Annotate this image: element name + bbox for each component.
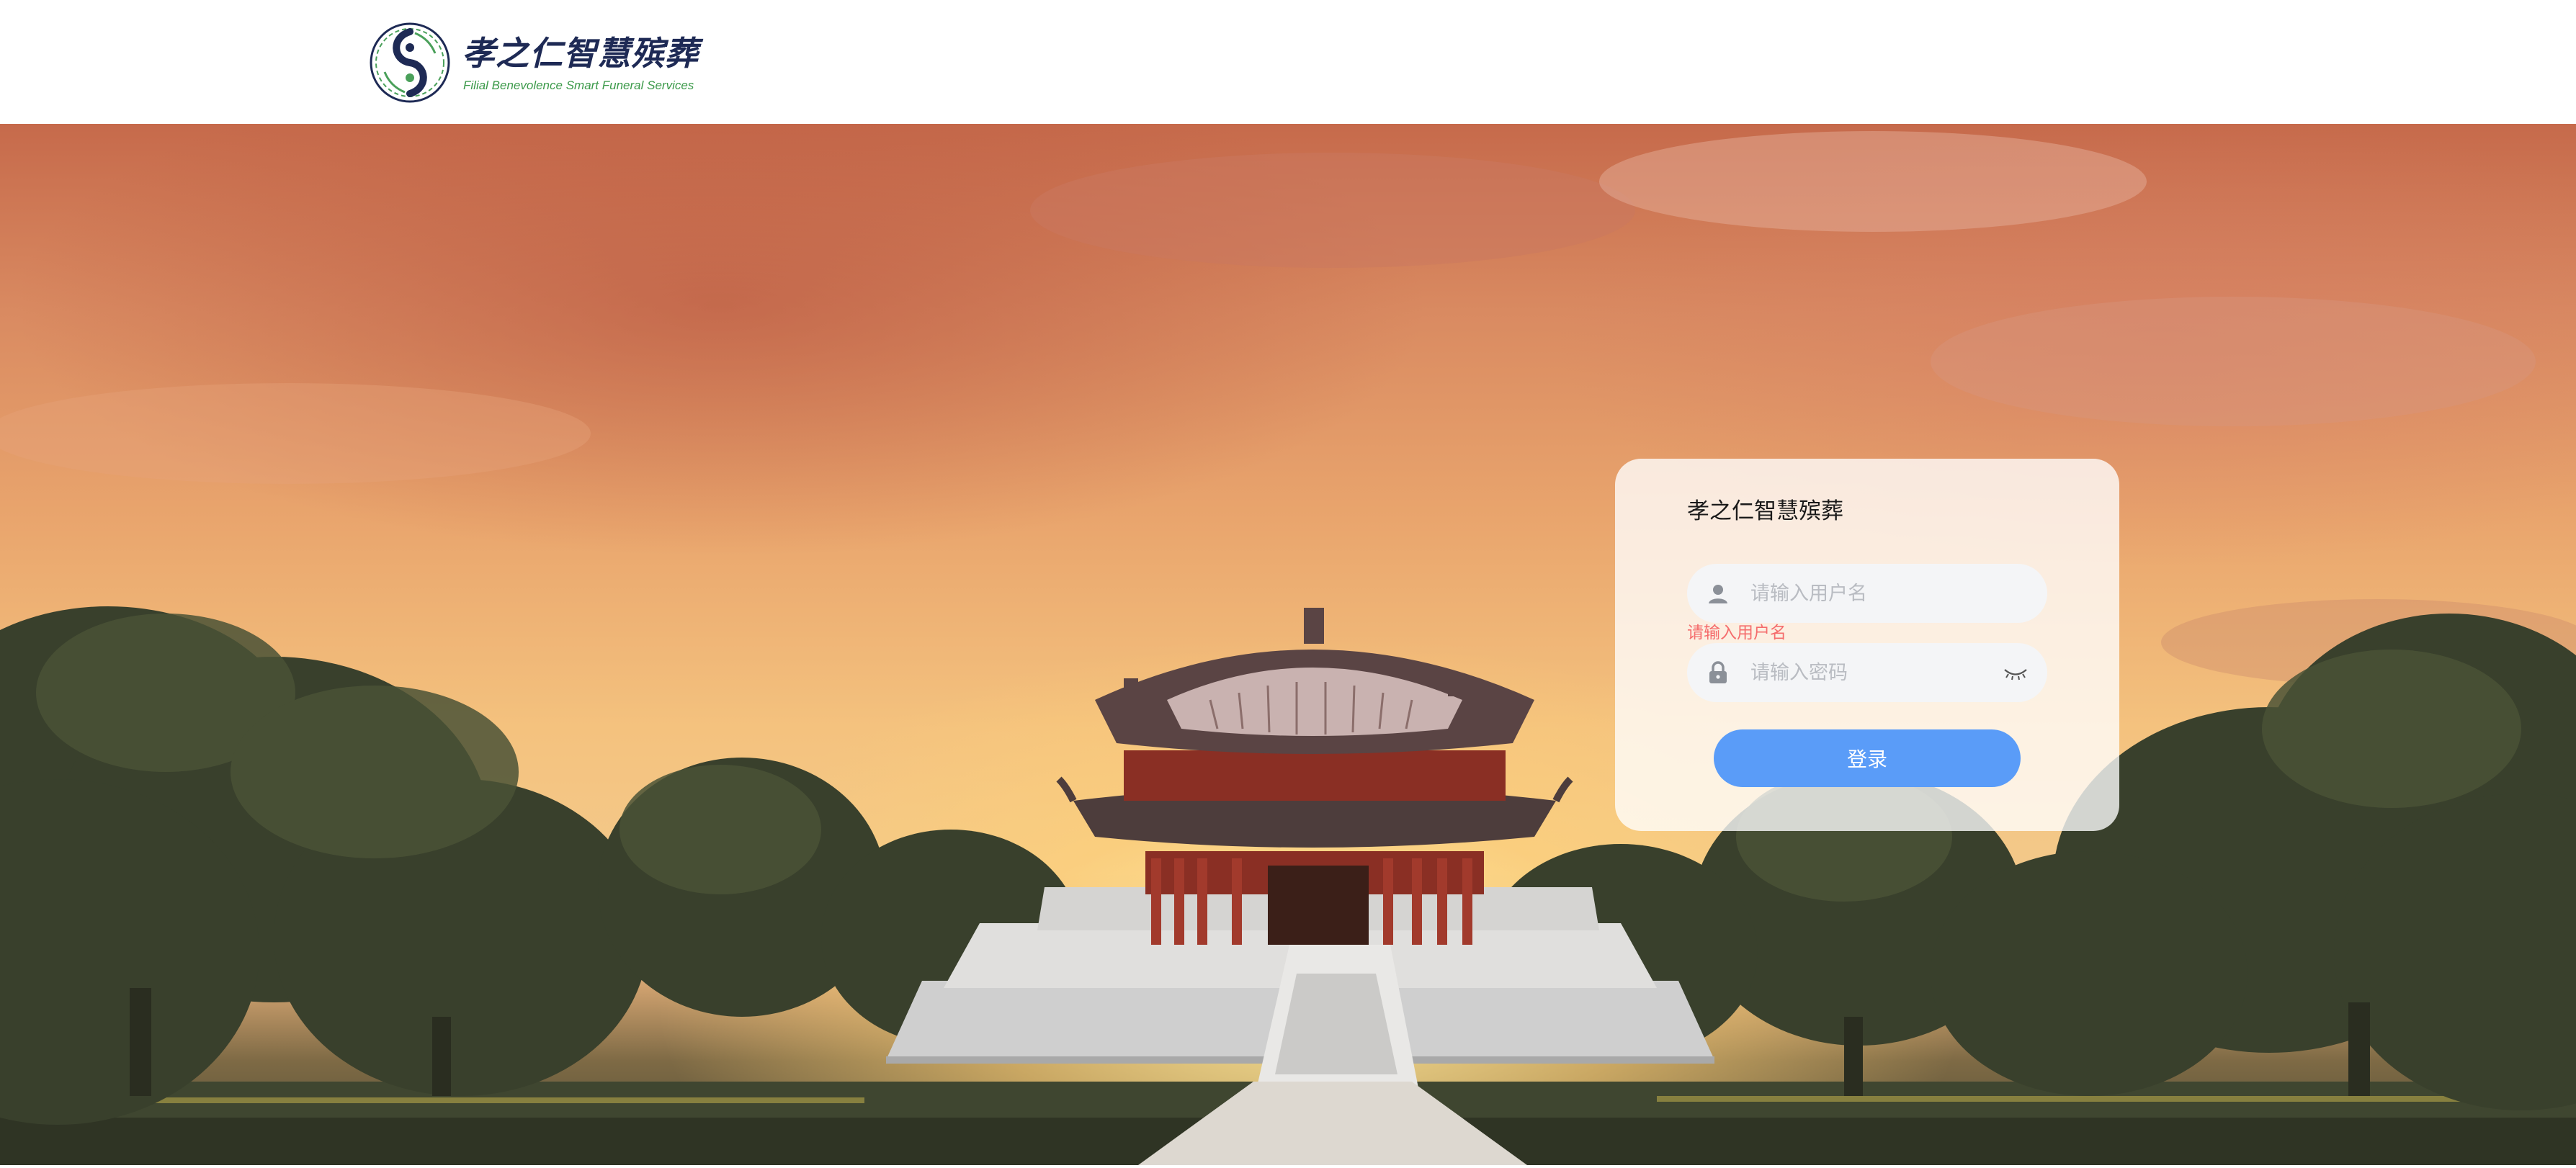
hero-background — [0, 124, 2576, 1165]
brand-subtitle: Filial Benevolence Smart Funeral Service… — [463, 78, 694, 92]
login-card: 孝之仁智慧殡葬 请输入用户名 登录 — [1615, 459, 2119, 831]
password-input[interactable] — [1750, 643, 2010, 702]
user-icon — [1709, 585, 1727, 603]
username-error-message: 请输入用户名 — [1687, 624, 1786, 642]
eye-closed-icon[interactable] — [2003, 663, 2029, 682]
yin-yang-seal-icon — [370, 22, 450, 103]
username-field[interactable] — [1687, 564, 2047, 623]
login-title: 孝之仁智慧殡葬 — [1687, 498, 1843, 524]
login-button[interactable]: 登录 — [1714, 729, 2021, 787]
brand-title: 孝之仁智慧殡葬 — [462, 34, 699, 73]
password-field[interactable] — [1687, 643, 2047, 702]
lock-icon — [1709, 661, 1727, 683]
footer-strip — [0, 1165, 2576, 1168]
brand-logo[interactable]: 孝之仁智慧殡葬 Filial Benevolence Smart Funeral… — [367, 20, 728, 107]
pavilion-landscape-illustration — [0, 131, 2576, 1165]
top-header: 孝之仁智慧殡葬 Filial Benevolence Smart Funeral… — [0, 0, 2576, 124]
username-input[interactable] — [1750, 564, 2010, 623]
